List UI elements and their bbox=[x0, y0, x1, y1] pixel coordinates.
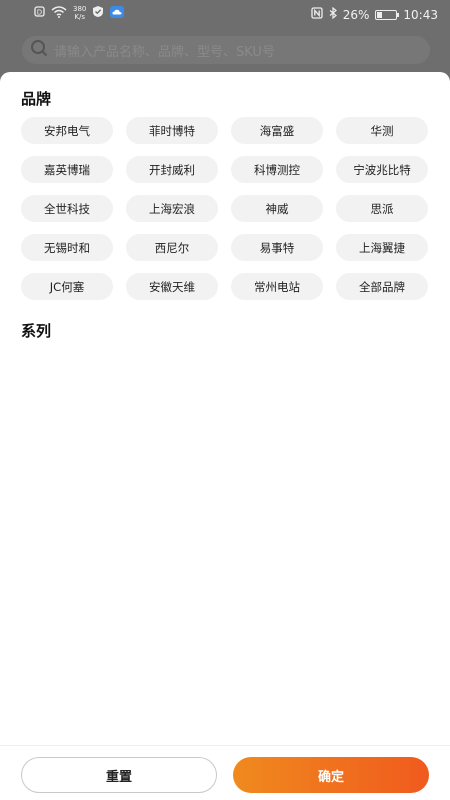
series-section-title: 系列 bbox=[21, 322, 52, 340]
confirm-button[interactable]: 确定 bbox=[233, 757, 429, 793]
brand-chip[interactable]: 华测 bbox=[336, 117, 428, 144]
brand-chip[interactable]: 全部品牌 bbox=[336, 273, 428, 300]
brand-chip[interactable]: 宁波兆比特 bbox=[336, 156, 428, 183]
nfc-icon bbox=[311, 7, 323, 22]
reset-button[interactable]: 重置 bbox=[21, 757, 217, 793]
brand-section-title: 品牌 bbox=[21, 90, 52, 108]
search-bar[interactable]: 请输入产品名称、品牌、型号、SKU号 bbox=[22, 36, 430, 64]
search-input[interactable]: 请输入产品名称、品牌、型号、SKU号 bbox=[54, 41, 275, 60]
filter-sheet: 品牌 安邦电气 菲时博特 海富盛 华测嘉英博瑞 开封威利 科博测控 宁波兆比特全世科技 上海宏… bbox=[0, 72, 450, 800]
svg-text:D: D bbox=[37, 8, 42, 16]
status-left: D 380 K/s bbox=[34, 5, 125, 21]
brand-chip[interactable]: 无锡时和 bbox=[21, 234, 113, 261]
network-speed-unit: K/s bbox=[74, 13, 85, 21]
brand-chip[interactable]: JC何塞 bbox=[21, 273, 113, 300]
network-speed: 380 K/s bbox=[73, 5, 86, 21]
brand-chip[interactable]: 安徽天维 bbox=[126, 273, 218, 300]
brand-chip[interactable]: 科博测控 bbox=[231, 156, 323, 183]
shield-icon bbox=[92, 5, 104, 21]
brand-chip[interactable]: 海富盛 bbox=[231, 117, 323, 144]
filter-footer: 重置 确定 bbox=[0, 745, 450, 800]
brand-chip[interactable]: 开封威利 bbox=[126, 156, 218, 183]
brand-chip[interactable]: 全世科技 bbox=[21, 195, 113, 222]
cloud-icon bbox=[110, 5, 125, 21]
status-bar: D 380 K/s 26% 10:43 bbox=[0, 0, 450, 30]
clock-time: 10:43 bbox=[403, 7, 438, 22]
brand-chip[interactable]: 安邦电气 bbox=[21, 117, 113, 144]
brand-chip[interactable]: 嘉英博瑞 bbox=[21, 156, 113, 183]
brand-chip[interactable]: 易事特 bbox=[231, 234, 323, 261]
battery-percent: 26% bbox=[342, 7, 370, 22]
status-right: 26% 10:43 bbox=[311, 6, 438, 22]
brand-chip-grid: 安邦电气 菲时博特 海富盛 华测嘉英博瑞 开封威利 科博测控 宁波兆比特全世科技 上海宏浪 神威… bbox=[21, 117, 430, 300]
notification-icon: D bbox=[34, 6, 45, 20]
brand-chip[interactable]: 常州电站 bbox=[231, 273, 323, 300]
brand-chip[interactable]: 神威 bbox=[231, 195, 323, 222]
search-icon bbox=[30, 39, 48, 61]
wifi-icon bbox=[51, 5, 67, 21]
brand-chip[interactable]: 菲时博特 bbox=[126, 117, 218, 144]
battery-icon bbox=[375, 9, 400, 20]
bluetooth-icon bbox=[329, 6, 337, 22]
brand-chip[interactable]: 上海翼捷 bbox=[336, 234, 428, 261]
brand-chip[interactable]: 思派 bbox=[336, 195, 428, 222]
brand-chip[interactable]: 上海宏浪 bbox=[126, 195, 218, 222]
brand-chip[interactable]: 西尼尔 bbox=[126, 234, 218, 261]
network-speed-value: 380 bbox=[73, 5, 87, 13]
